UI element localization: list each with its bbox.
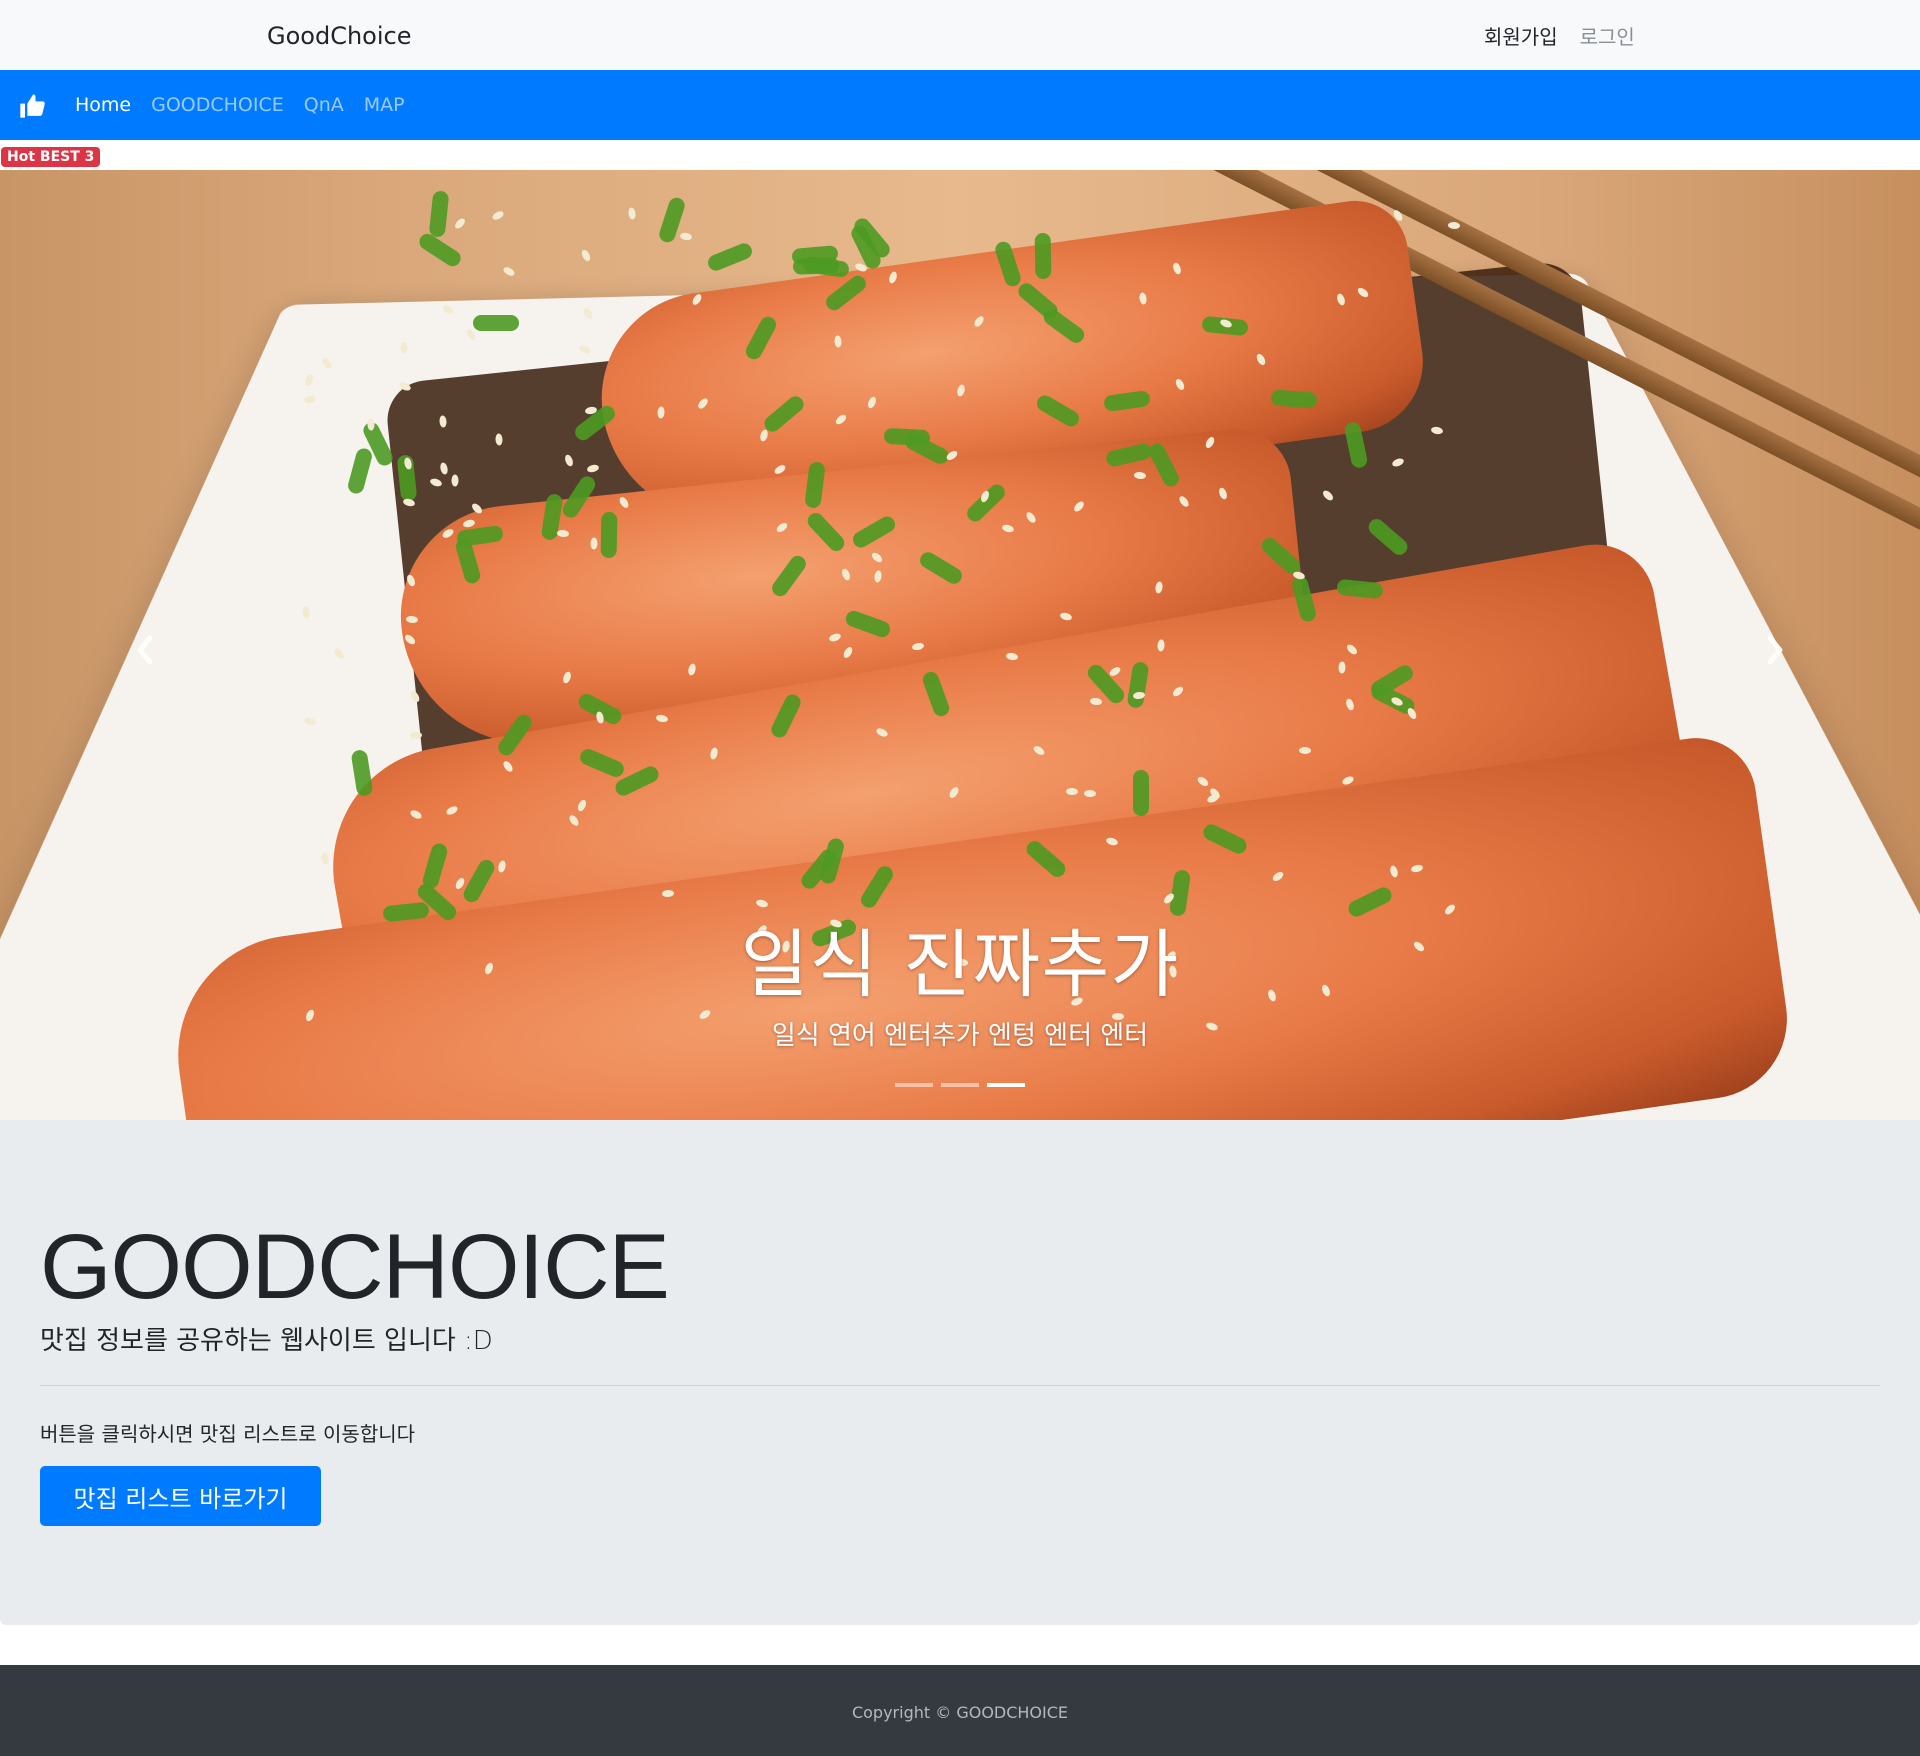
sesame-graphic <box>1065 787 1078 795</box>
jumbotron-title: GOODCHOICE <box>40 1216 670 1318</box>
jumbotron-lead: 맛집 정보를 공유하는 웹사이트 입니다 :D <box>40 1326 493 1356</box>
carousel-indicator-3[interactable] <box>987 1083 1025 1087</box>
sesame-graphic <box>679 231 693 241</box>
hot-best-badge: Hot BEST 3 <box>1 147 101 167</box>
scallion-graphic <box>706 240 755 273</box>
copyright-text: Copyright © GOODCHOICE <box>851 1703 1069 1722</box>
main-navbar: Home GOODCHOICE QnA MAP <box>0 70 1920 140</box>
nav-item-map[interactable]: MAP <box>364 94 405 116</box>
thumbs-up-icon[interactable] <box>18 92 46 120</box>
carousel-next-button[interactable] <box>1758 620 1794 680</box>
nav-item-qna[interactable]: QnA <box>304 94 344 116</box>
carousel-indicators <box>895 1083 1025 1087</box>
scallion-graphic <box>600 511 618 558</box>
scallion-graphic <box>473 315 520 332</box>
sesame-graphic <box>1299 746 1312 754</box>
scallion-graphic <box>1034 233 1052 280</box>
chevron-left-icon <box>137 635 153 665</box>
sesame-graphic <box>491 209 506 222</box>
carousel-caption-subtitle: 일식 연어 엔터추가 엔텅 엔터 엔터 <box>771 1021 1149 1051</box>
sesame-graphic <box>502 265 517 278</box>
auth-links: 회원가입 로그인 <box>1484 21 1635 50</box>
sesame-graphic <box>399 341 408 354</box>
sesame-graphic <box>661 889 675 897</box>
jumbotron-text: 버튼을 클릭하시면 맛집 리스트로 이동합니다 <box>40 1422 416 1446</box>
scallion-graphic <box>428 190 450 238</box>
scallion-graphic <box>1270 389 1318 409</box>
carousel-prev-button[interactable] <box>126 620 162 680</box>
carousel-indicator-2[interactable] <box>941 1083 979 1087</box>
signup-link[interactable]: 회원가입 <box>1484 21 1558 50</box>
footer: Copyright © GOODCHOICE <box>0 1665 1920 1756</box>
scallion-graphic <box>1133 769 1150 816</box>
top-bar: GoodChoice 회원가입 로그인 <box>0 0 1920 70</box>
scallion-graphic <box>883 428 931 447</box>
nav-menu: Home GOODCHOICE QnA MAP <box>75 94 405 116</box>
carousel-caption-title: 일식 진짜추가 <box>740 922 1180 1008</box>
nav-item-home[interactable]: Home <box>75 94 131 116</box>
divider <box>40 1385 1880 1386</box>
login-link[interactable]: 로그인 <box>1580 21 1635 50</box>
chevron-right-icon <box>1767 635 1783 665</box>
restaurant-list-button[interactable]: 맛집 리스트 바로가기 <box>40 1466 321 1526</box>
jumbotron: GOODCHOICE 맛집 정보를 공유하는 웹사이트 입니다 :D 버튼을 클… <box>0 1120 1920 1625</box>
nav-item-goodchoice[interactable]: GOODCHOICE <box>151 94 284 116</box>
sesame-graphic <box>1083 789 1096 798</box>
image-carousel: 일식 진짜추가 일식 연어 엔터추가 엔텅 엔터 엔터 <box>0 170 1920 1120</box>
sesame-graphic <box>494 433 503 446</box>
sesame-graphic <box>627 207 637 220</box>
brand-link[interactable]: GoodChoice <box>267 22 411 50</box>
sesame-graphic <box>580 248 593 263</box>
carousel-indicator-1[interactable] <box>895 1083 933 1087</box>
sesame-graphic <box>453 217 467 231</box>
